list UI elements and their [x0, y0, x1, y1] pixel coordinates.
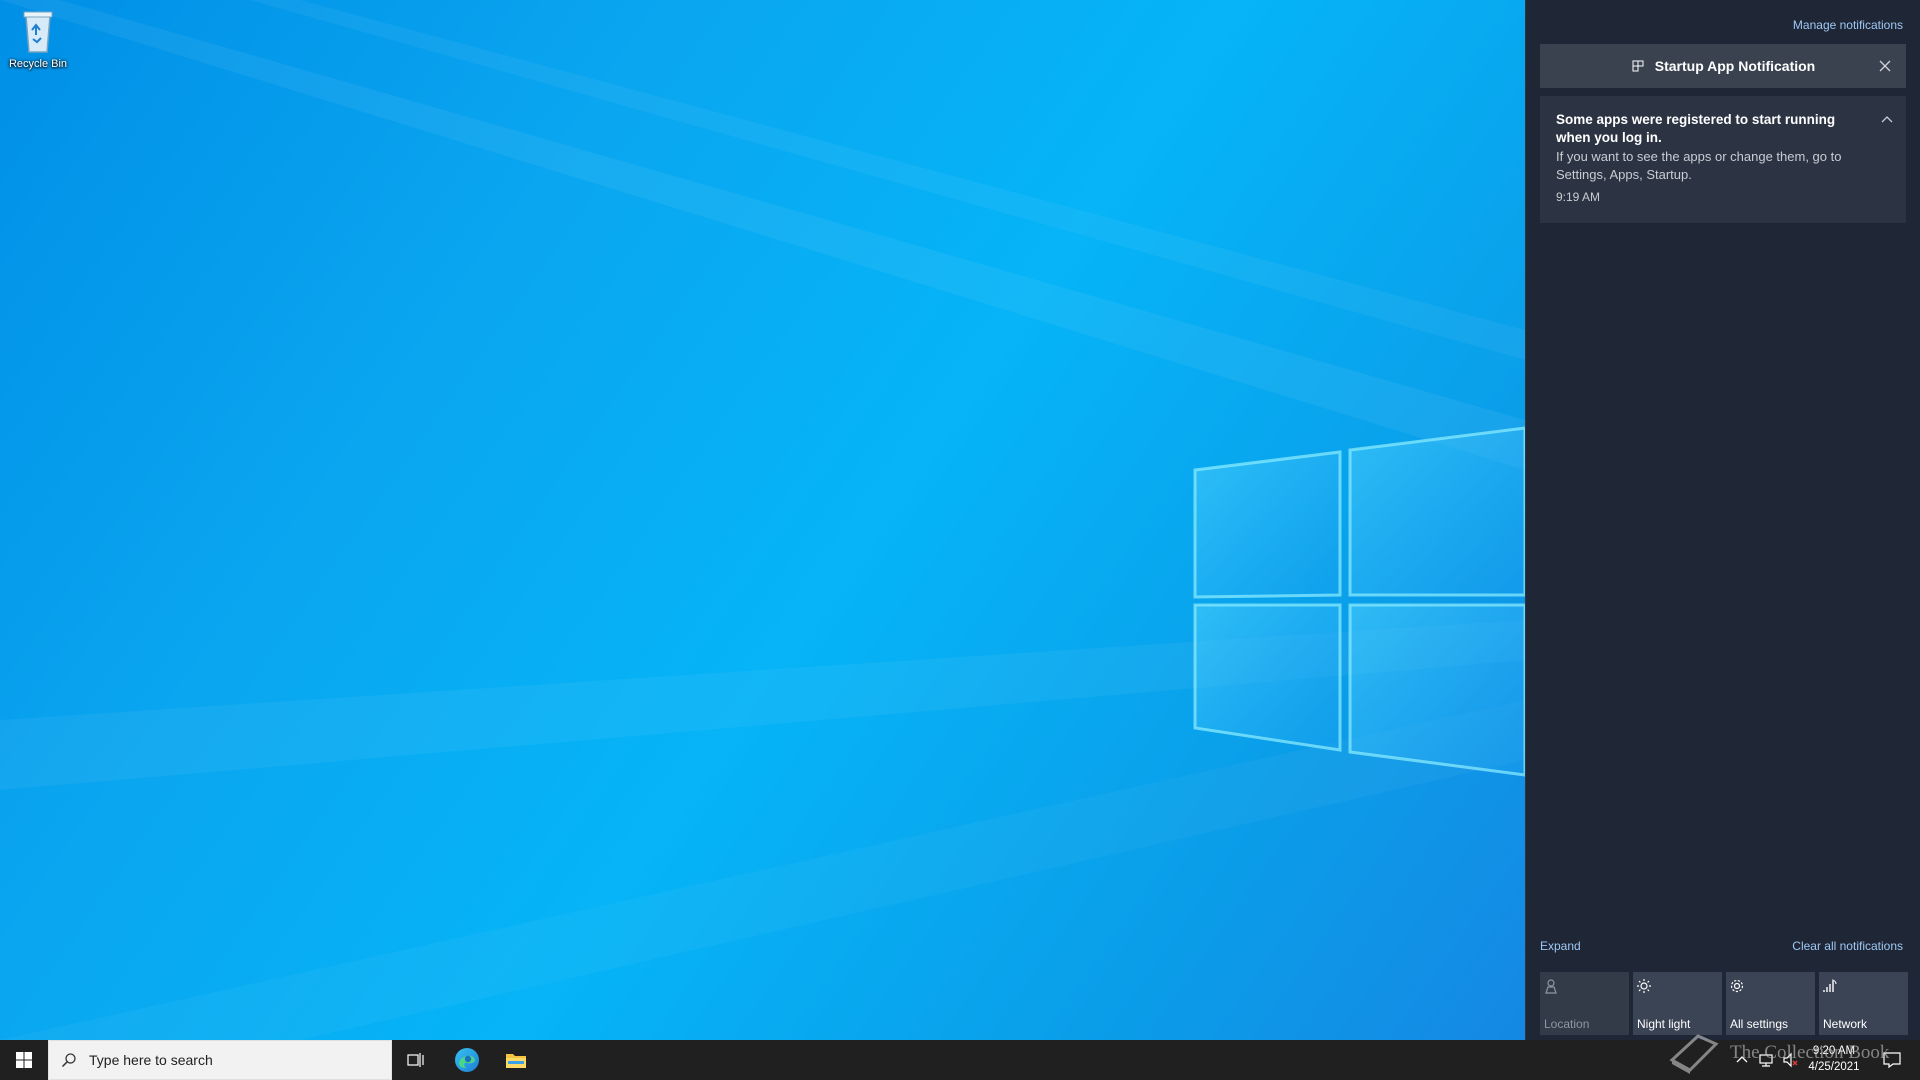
network-icon — [1823, 979, 1837, 992]
chevron-up-icon[interactable] — [1734, 1052, 1750, 1068]
quick-actions: Location Night light All settings Networ… — [1540, 972, 1908, 1035]
close-notification-button[interactable] — [1876, 57, 1894, 75]
desktop[interactable]: Recycle Bin — [0, 0, 1525, 1040]
network-status-icon[interactable] — [1758, 1052, 1774, 1068]
search-input[interactable] — [87, 1051, 371, 1069]
close-icon — [1879, 60, 1891, 72]
taskbar-clock[interactable]: 9:20 AM 4/25/2021 — [1804, 1043, 1864, 1075]
collapse-notification-button[interactable] — [1878, 110, 1896, 128]
file-explorer-icon — [506, 1054, 526, 1068]
quick-action-label: Night light — [1637, 1017, 1691, 1031]
notification-app-name: Startup App Notification — [1654, 58, 1816, 74]
task-view-button[interactable] — [392, 1040, 440, 1080]
quick-action-label: Location — [1544, 1017, 1590, 1031]
expand-quick-actions-link[interactable]: Expand — [1540, 939, 1581, 953]
manage-notifications-link[interactable]: Manage notifications — [1793, 18, 1903, 32]
volume-muted-icon[interactable] — [1782, 1052, 1798, 1068]
windows-logo-wallpaper — [0, 0, 1525, 1040]
recycle-bin-icon — [23, 11, 53, 53]
chevron-up-icon — [1881, 116, 1893, 123]
app-settings-icon — [1632, 60, 1644, 72]
quick-action-label: All settings — [1730, 1017, 1789, 1031]
search-icon — [61, 1053, 76, 1068]
quick-action-location[interactable]: Location — [1540, 972, 1629, 1035]
task-view-icon — [407, 1053, 424, 1067]
notification-card[interactable]: Some apps were registered to start runni… — [1540, 96, 1906, 223]
windows-logo-icon — [16, 1052, 32, 1068]
notification-time: 9:19 AM — [1556, 190, 1601, 204]
taskbar: 9:20 AM 4/25/2021 — [0, 1040, 1920, 1080]
quick-action-night-light[interactable]: Night light — [1633, 972, 1722, 1035]
action-center: Manage notifications Startup App Notific… — [1525, 0, 1920, 1040]
notification-body: If you want to see the apps or change th… — [1556, 149, 1842, 182]
edge-icon — [455, 1048, 479, 1072]
clock-date: 4/25/2021 — [1808, 1061, 1860, 1073]
recycle-bin-shortcut[interactable]: Recycle Bin — [2, 6, 74, 70]
location-icon — [1545, 979, 1557, 994]
clock-time: 9:20 AM — [1812, 1045, 1856, 1057]
recycle-bin-label: Recycle Bin — [8, 58, 68, 70]
edge-taskbar-button[interactable] — [443, 1040, 491, 1080]
taskbar-search-box[interactable] — [48, 1040, 392, 1080]
quick-action-all-settings[interactable]: All settings — [1726, 972, 1815, 1035]
screen: Recycle Bin Manage notifications Startup… — [0, 0, 1920, 1080]
clear-all-notifications-link[interactable]: Clear all notifications — [1792, 939, 1903, 953]
quick-action-network[interactable]: Network — [1819, 972, 1908, 1035]
action-center-button[interactable] — [1872, 1040, 1912, 1080]
notification-group-header[interactable]: Startup App Notification — [1540, 44, 1906, 88]
file-explorer-taskbar-button[interactable] — [492, 1040, 540, 1080]
quick-action-label: Network — [1823, 1017, 1868, 1031]
brightness-icon — [1637, 979, 1651, 993]
notification-icon — [1883, 1052, 1901, 1069]
start-button[interactable] — [0, 1040, 48, 1080]
gear-icon — [1730, 979, 1744, 993]
notification-title: Some apps were registered to start runni… — [1556, 112, 1836, 145]
